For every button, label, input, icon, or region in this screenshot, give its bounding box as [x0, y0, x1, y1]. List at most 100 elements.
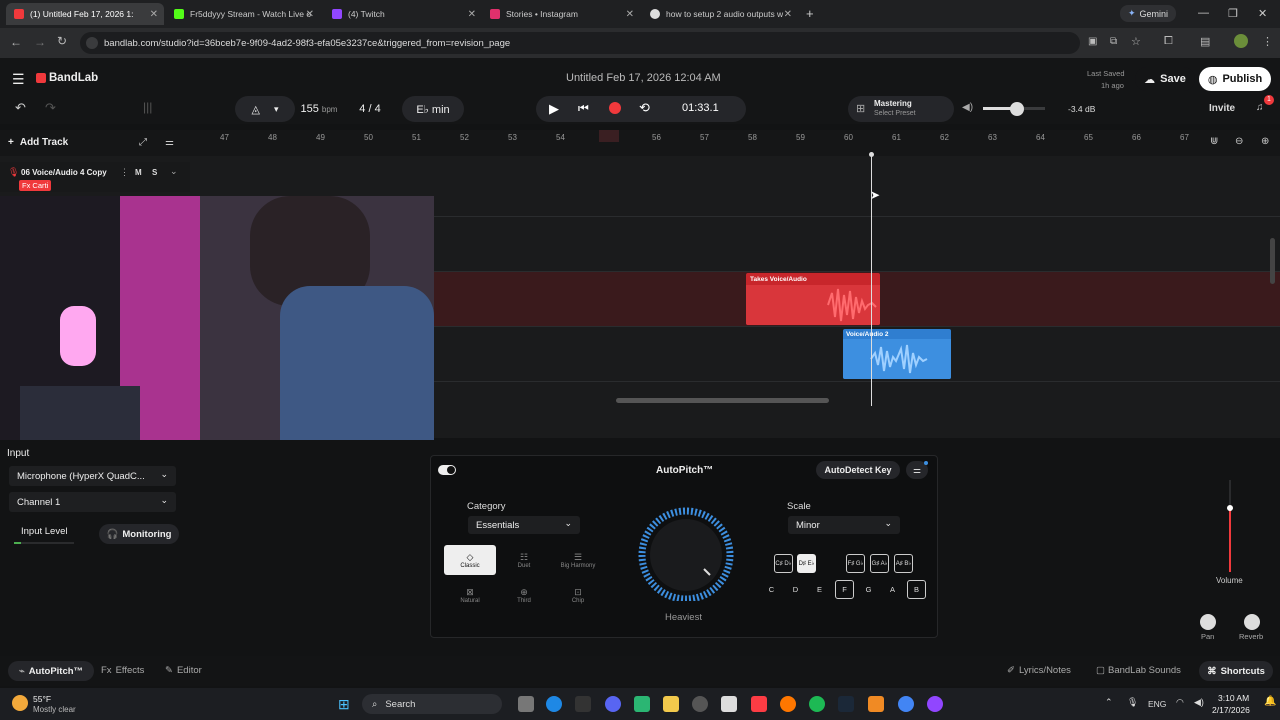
close-tab-icon[interactable]: ✕	[150, 9, 158, 20]
key-a[interactable]: A	[883, 580, 902, 599]
key-selector[interactable]: E♭ min	[402, 96, 464, 122]
tab-editor[interactable]: ✎ Editor	[165, 665, 202, 676]
settings-icon[interactable]	[692, 696, 708, 712]
tab-effects[interactable]: Fx Effects	[101, 665, 144, 676]
language-indicator[interactable]: ENG	[1148, 699, 1166, 709]
taskbar-search[interactable]: ⌕ Search	[362, 694, 502, 714]
ruler-bar-number[interactable]: 65	[1084, 133, 1093, 142]
key-d-sharp[interactable]: D♯ E♭	[797, 554, 816, 573]
key-a-sharp[interactable]: A♯ B♭	[894, 554, 913, 573]
track-header[interactable]: 🎙 06 Voice/Audio 4 Copy ⋮ M S ⌄ Fx Carti	[0, 162, 190, 192]
key-g-sharp[interactable]: G♯ A♭	[870, 554, 889, 573]
task-view-icon[interactable]	[518, 696, 534, 712]
key-f-sharp[interactable]: F♯ G♭	[846, 554, 865, 573]
add-track-button[interactable]: + Add Track	[8, 137, 68, 148]
steam-icon[interactable]	[838, 696, 854, 712]
ruler-bar-number[interactable]: 57	[700, 133, 709, 142]
speaker-icon[interactable]: ◀)	[962, 102, 973, 113]
new-tab-icon[interactable]: +	[806, 6, 814, 21]
ruler-bar-number[interactable]: 51	[412, 133, 421, 142]
sidebar-icon[interactable]: ▤	[1200, 35, 1210, 48]
key-c-sharp[interactable]: C♯ D♭	[774, 554, 793, 573]
ruler-bar-number[interactable]: 62	[940, 133, 949, 142]
key-c[interactable]: C	[762, 580, 781, 599]
maximize-icon[interactable]: ❐	[1228, 7, 1238, 20]
autodetect-key-button[interactable]: AutoDetect Key	[816, 461, 900, 479]
bpm-field[interactable]: 155 bpm	[289, 96, 349, 122]
loop-icon[interactable]: ⟲	[639, 100, 650, 116]
ruler-bar-number[interactable]: 66	[1132, 133, 1141, 142]
twitch-icon[interactable]	[927, 696, 943, 712]
tab-twitch[interactable]: (4) Twitch ✕	[324, 3, 482, 25]
key-e[interactable]: E	[810, 580, 829, 599]
ruler-bar-number[interactable]: 48	[268, 133, 277, 142]
windows-start-icon[interactable]: ⊞	[338, 696, 350, 713]
tray-mic-icon[interactable]: 🎙	[1127, 697, 1138, 708]
playhead-handle[interactable]	[869, 152, 874, 157]
ruler-bar-number[interactable]: 53	[508, 133, 517, 142]
edge-icon[interactable]	[546, 696, 562, 712]
category-classic[interactable]: ◇ Classic	[444, 545, 496, 575]
zoom-out-icon[interactable]: ⊖	[1235, 136, 1243, 147]
ruler-bar-number[interactable]: 64	[1036, 133, 1045, 142]
weather-icon[interactable]	[12, 695, 28, 711]
soundcloud-icon[interactable]	[780, 696, 796, 712]
wifi-icon[interactable]: ◠	[1176, 697, 1184, 708]
amount-knob[interactable]	[630, 505, 746, 601]
master-volume-thumb[interactable]	[1010, 102, 1024, 116]
spotify-icon[interactable]	[809, 696, 825, 712]
track-menu-icon[interactable]: ⋮	[120, 167, 129, 178]
fx-badge[interactable]: Fx Carti	[19, 180, 52, 191]
category-third[interactable]: ⊕ Third	[498, 580, 550, 610]
tab-instagram[interactable]: Stories • Instagram ✕	[482, 3, 640, 25]
vertical-scrollbar[interactable]	[1270, 238, 1275, 284]
save-button[interactable]: ☁ Save	[1135, 67, 1195, 91]
record-icon[interactable]	[609, 102, 621, 114]
blue-audio-clip[interactable]: Voice/Audio 2	[843, 329, 951, 379]
volume-icon[interactable]: ◀)	[1194, 697, 1204, 708]
key-g[interactable]: G	[859, 580, 878, 599]
magic-wand-icon[interactable]: ⤢	[139, 137, 147, 148]
project-title[interactable]: Untitled Feb 17, 2026 12:04 AM	[566, 72, 721, 84]
close-tab-icon[interactable]: ✕	[784, 9, 792, 20]
extensions-icon[interactable]: ⧠	[1164, 35, 1173, 48]
category-duet[interactable]: ☷ Duet	[498, 545, 550, 575]
play-icon[interactable]: ▶	[549, 101, 559, 117]
forward-icon[interactable]: →	[34, 35, 46, 49]
volume-fader-thumb[interactable]	[1227, 505, 1233, 511]
autopitch-toggle[interactable]	[438, 465, 456, 475]
fl-studio-icon[interactable]	[868, 696, 884, 712]
tab-kick[interactable]: Fr5ddyyy Stream - Watch Live o ✕	[166, 3, 320, 25]
discord-icon[interactable]	[605, 696, 621, 712]
reverb-knob[interactable]	[1244, 614, 1260, 630]
ruler-bar-number[interactable]: 56	[652, 133, 661, 142]
epic-games-icon[interactable]	[575, 696, 591, 712]
pan-knob[interactable]	[1200, 614, 1216, 630]
notifications-icon[interactable]: 🔔	[1264, 696, 1276, 707]
track-name[interactable]: 06 Voice/Audio 4 Copy	[21, 168, 107, 177]
invite-button[interactable]: Invite	[1209, 103, 1235, 114]
track-settings-icon[interactable]: ⚌	[165, 137, 174, 148]
publish-button[interactable]: ◍ Publish	[1199, 67, 1271, 91]
redo-icon[interactable]: ↷	[45, 100, 56, 116]
mute-button[interactable]: M	[135, 168, 142, 177]
metronome-button[interactable]: ◬ ▾	[235, 96, 295, 122]
horizontal-scrollbar[interactable]	[616, 398, 829, 403]
minimize-icon[interactable]: —	[1198, 7, 1209, 19]
ruler-bar-number[interactable]: 50	[364, 133, 373, 142]
hamburger-menu-icon[interactable]: ☰	[12, 71, 25, 88]
volume-fader-track[interactable]	[1229, 480, 1231, 572]
channel-select[interactable]: Channel 1 ⌄	[9, 492, 176, 512]
ruler-bar-number[interactable]: 54	[556, 133, 565, 142]
site-info-icon[interactable]	[86, 37, 98, 49]
category-big-harmony[interactable]: ☰ Big Harmony	[552, 545, 604, 575]
profile-avatar[interactable]	[1234, 34, 1248, 48]
clock-time[interactable]: 3:10 AM	[1218, 693, 1249, 703]
ruler-bar-number[interactable]: 52	[460, 133, 469, 142]
chevron-down-icon[interactable]: ⌄	[170, 166, 178, 177]
close-tab-icon[interactable]: ✕	[306, 9, 314, 20]
ruler-bar-number[interactable]: 67	[1180, 133, 1189, 142]
close-window-icon[interactable]: ✕	[1258, 7, 1267, 20]
ruler-bar-number[interactable]: 49	[316, 133, 325, 142]
mastering-button[interactable]: ⊞ Mastering Select Preset	[848, 96, 954, 122]
